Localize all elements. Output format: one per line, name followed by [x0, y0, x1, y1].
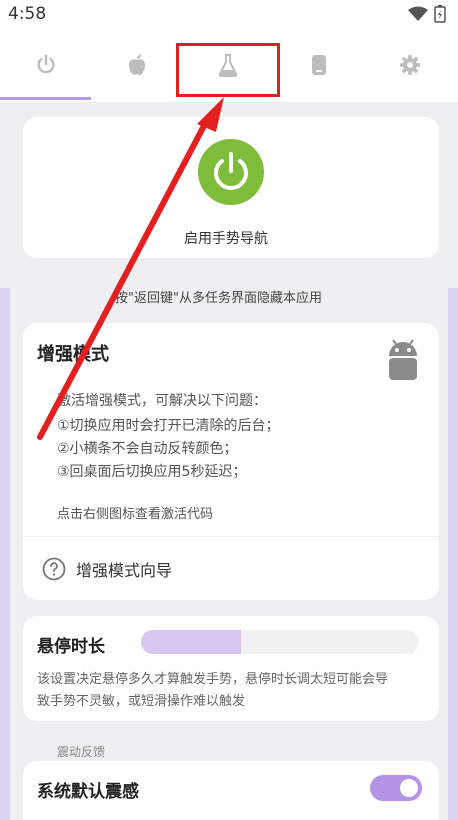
annotation-arrow [37, 97, 224, 440]
